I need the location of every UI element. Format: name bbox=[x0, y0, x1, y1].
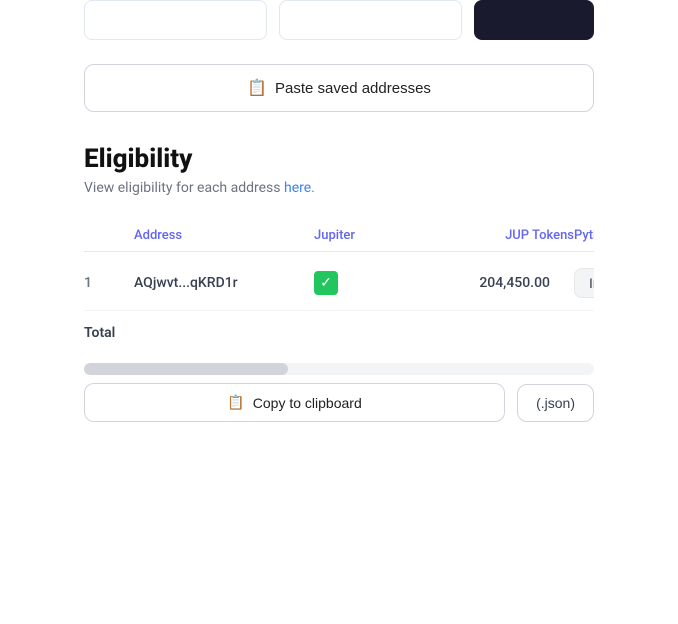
row-tokens: 204,450.00 bbox=[414, 275, 574, 291]
eligibility-subtitle: View eligibility for each address here. bbox=[84, 180, 594, 196]
address-input-1[interactable] bbox=[84, 0, 267, 40]
check-icon: ✓ bbox=[314, 271, 338, 295]
eligibility-table: Address Jupiter JUP Tokens Pyth 1 AQjwvt… bbox=[84, 220, 594, 422]
col-header-empty bbox=[84, 228, 134, 243]
paste-button-label: Paste saved addresses bbox=[275, 80, 431, 97]
copy-to-clipboard-button[interactable]: 📋 Copy to clipboard bbox=[84, 383, 505, 422]
download-json-button[interactable]: (.json) bbox=[517, 384, 594, 422]
row-address: AQjwvt...qKRD1r bbox=[134, 275, 314, 291]
col-header-pyth: Pyth bbox=[574, 228, 594, 243]
address-input-2[interactable] bbox=[279, 0, 462, 40]
eligibility-here-link[interactable]: here. bbox=[284, 180, 315, 196]
paste-saved-addresses-button[interactable]: 📋 Paste saved addresses bbox=[84, 64, 594, 112]
total-row: Total bbox=[84, 311, 594, 355]
table-header: Address Jupiter JUP Tokens Pyth bbox=[84, 220, 594, 252]
col-header-jupiter: Jupiter bbox=[314, 228, 414, 243]
copy-label: Copy to clipboard bbox=[253, 395, 362, 411]
horizontal-scrollbar[interactable] bbox=[84, 363, 594, 375]
row-number: 1 bbox=[84, 275, 134, 291]
col-header-address: Address bbox=[134, 228, 314, 243]
table-row: 1 AQjwvt...qKRD1r ✓ 204,450.00 Info ✕ Th… bbox=[84, 256, 594, 311]
scrollbar-thumb bbox=[84, 363, 288, 375]
clipboard-icon: 📋 bbox=[247, 78, 267, 98]
eligibility-title: Eligibility bbox=[84, 144, 594, 174]
col-header-jup-tokens: JUP Tokens bbox=[414, 228, 574, 243]
actions-row: 📋 Copy to clipboard (.json) bbox=[84, 383, 594, 422]
info-button[interactable]: Info bbox=[574, 268, 594, 298]
row-jupiter-status: ✓ bbox=[314, 271, 414, 295]
copy-icon: 📋 bbox=[227, 394, 244, 411]
top-action-button[interactable] bbox=[474, 0, 594, 40]
total-label: Total bbox=[84, 325, 115, 341]
